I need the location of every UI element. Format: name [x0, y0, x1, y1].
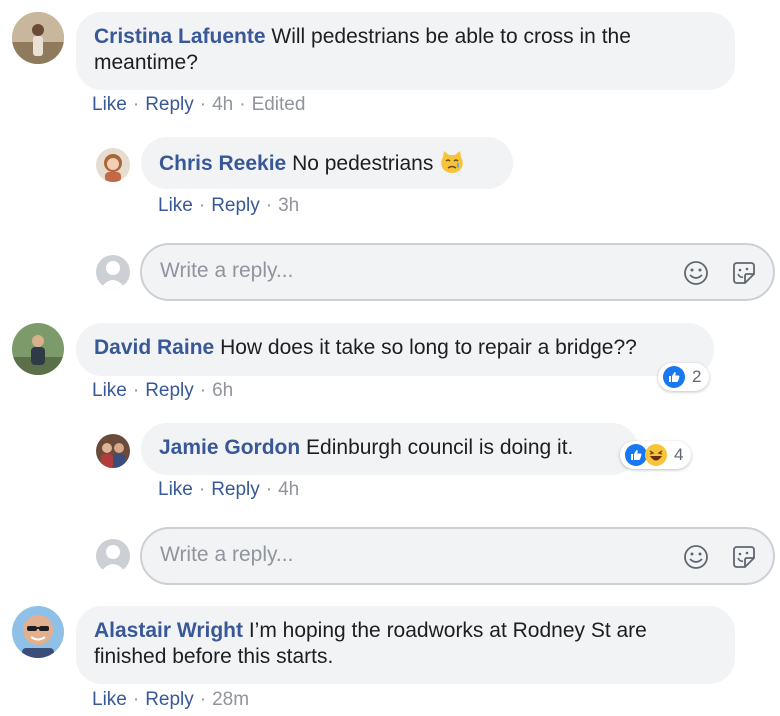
comment-bubble: Cristina Lafuente Will pedestrians be ab…: [76, 12, 735, 90]
profile-photo: [96, 434, 130, 468]
separator: ·: [132, 689, 140, 710]
avatar-jamie-gordon[interactable]: [96, 434, 130, 468]
reply-bubble: Jamie Gordon Edinburgh council is doing …: [141, 423, 638, 475]
separator: ·: [265, 195, 273, 216]
profile-photo: [12, 606, 64, 658]
separator: ·: [199, 689, 207, 710]
reply-box: [140, 527, 775, 585]
comment-actions: Like · Reply · 6h: [92, 380, 233, 402]
reply-author[interactable]: Chris Reekie: [159, 152, 286, 175]
comment-actions: Like · Reply · 28m: [92, 689, 249, 711]
comment-author[interactable]: Alastair Wright: [94, 619, 243, 642]
separator: ·: [265, 479, 273, 500]
like-link[interactable]: Like: [158, 195, 193, 216]
like-link[interactable]: Like: [158, 479, 193, 500]
timestamp[interactable]: 4h: [278, 479, 299, 500]
separator: ·: [132, 94, 140, 115]
comment-actions: Like · Reply · 4h · Edited: [92, 94, 305, 116]
reply-text: No pedestrians: [292, 152, 434, 175]
avatar-cristina-lafuente[interactable]: [12, 12, 64, 64]
separator: ·: [199, 94, 207, 115]
comment-text: How does it take so long to repair a bri…: [220, 336, 637, 359]
reaction-count: 2: [692, 367, 702, 386]
reply-actions: Like · Reply · 4h: [158, 479, 299, 501]
profile-photo: [96, 148, 130, 182]
reply-input[interactable]: [158, 258, 642, 284]
default-user-icon: [100, 261, 126, 289]
current-user-avatar: [96, 539, 130, 573]
default-user-icon: [100, 545, 126, 573]
comment-bubble: David Raine How does it take so long to …: [76, 323, 714, 376]
reply-text: Edinburgh council is doing it.: [306, 436, 574, 459]
reply-bubble: Chris Reekie No pedestrians: [141, 137, 513, 189]
separator: ·: [239, 94, 246, 115]
reply-link[interactable]: Reply: [211, 479, 260, 500]
current-user-avatar: [96, 255, 130, 289]
comment-author[interactable]: David Raine: [94, 336, 214, 359]
reply-link[interactable]: Reply: [145, 94, 194, 115]
timestamp[interactable]: 6h: [212, 380, 233, 401]
like-reaction-icon: [663, 366, 685, 388]
avatar-david-raine[interactable]: [12, 323, 64, 375]
emoji-picker-icon[interactable]: [683, 544, 709, 570]
comment-author[interactable]: Cristina Lafuente: [94, 25, 266, 48]
avatar-alastair-wright[interactable]: [12, 606, 64, 658]
profile-photo: [12, 323, 64, 375]
edited-label[interactable]: Edited: [252, 94, 306, 115]
separator: ·: [198, 195, 206, 216]
reply-link[interactable]: Reply: [211, 195, 260, 216]
reply-author[interactable]: Jamie Gordon: [159, 436, 300, 459]
crying-cat-emoji-icon: [441, 151, 463, 173]
timestamp[interactable]: 3h: [278, 195, 299, 216]
reply-box: [140, 243, 775, 301]
separator: ·: [132, 380, 140, 401]
reply-actions: Like · Reply · 3h: [158, 195, 299, 217]
avatar-chris-reekie[interactable]: [96, 148, 130, 182]
timestamp[interactable]: 28m: [212, 689, 249, 710]
timestamp[interactable]: 4h: [212, 94, 233, 115]
reply-input[interactable]: [158, 542, 642, 568]
reactions-summary[interactable]: 2: [658, 363, 710, 391]
separator: ·: [199, 380, 207, 401]
separator: ·: [198, 479, 206, 500]
comment-bubble: Alastair Wright I’m hoping the roadworks…: [76, 606, 735, 684]
emoji-picker-icon[interactable]: [683, 260, 709, 286]
reactions-summary[interactable]: 4: [620, 441, 692, 469]
like-link[interactable]: Like: [92, 94, 127, 115]
like-link[interactable]: Like: [92, 380, 127, 401]
haha-reaction-icon: [645, 444, 667, 466]
reply-link[interactable]: Reply: [145, 689, 194, 710]
reply-link[interactable]: Reply: [145, 380, 194, 401]
reaction-count: 4: [674, 445, 684, 464]
sticker-icon[interactable]: [731, 544, 757, 570]
like-link[interactable]: Like: [92, 689, 127, 710]
sticker-icon[interactable]: [731, 260, 757, 286]
profile-photo: [12, 12, 64, 64]
